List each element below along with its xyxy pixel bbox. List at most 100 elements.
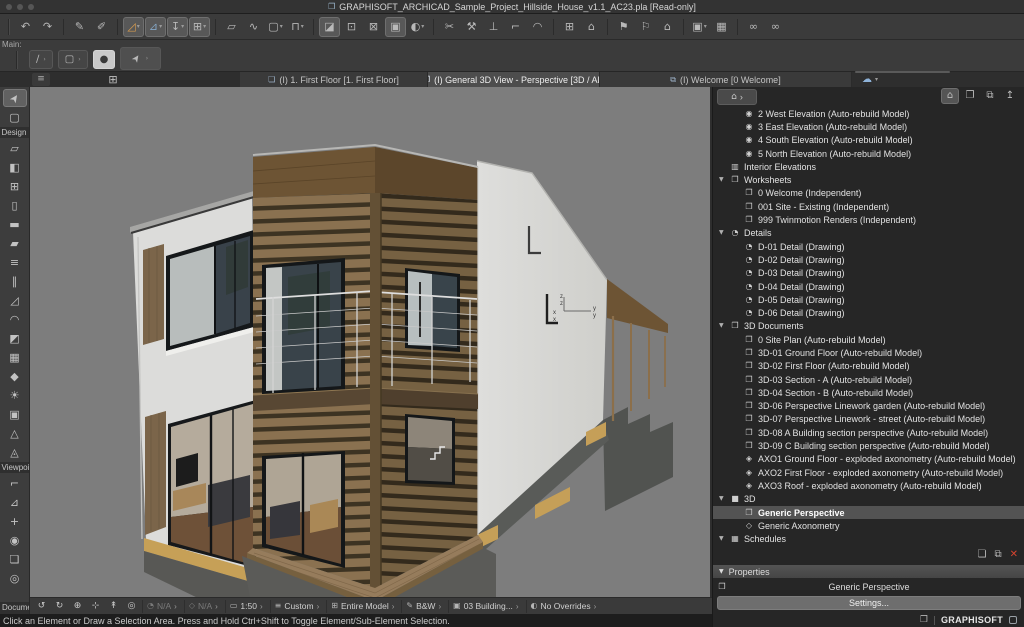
tree-item[interactable]: ◉5 North Elevation (Auto-rebuild Model) — [713, 147, 1024, 160]
tree-item[interactable]: ◉4 South Elevation (Auto-rebuild Model) — [713, 134, 1024, 147]
eraser-button[interactable]: ● — [93, 50, 116, 69]
lock-elements-button[interactable]: ⊓▾ — [287, 17, 308, 37]
camera-settings-button[interactable]: ▣▾ — [689, 17, 710, 37]
curtain-wall-tool[interactable]: ▦ — [3, 348, 27, 366]
tree-item[interactable]: ◔D-06 Detail (Drawing) — [713, 306, 1024, 319]
tree-item[interactable]: ◈AXO2 First Floor - exploded axonometry … — [713, 466, 1024, 479]
tree-expand-icon[interactable]: ▼ — [719, 177, 726, 183]
line-default-button[interactable]: ∕› — [29, 50, 53, 69]
pan-button[interactable]: ⊹ — [88, 599, 103, 613]
object-tool[interactable]: ◆ — [3, 367, 27, 385]
railing-tool[interactable]: ∥ — [3, 272, 27, 290]
new-folder-button[interactable]: ❏ — [978, 550, 987, 560]
pick-up-parameters-button[interactable]: ✎ — [69, 17, 90, 37]
layers-dropdown[interactable]: ≡Custom› — [270, 600, 324, 613]
tree-expand-icon[interactable]: ▼ — [719, 536, 726, 542]
tree-expand-icon[interactable]: ▼ — [719, 230, 726, 236]
tree-item[interactable]: ◉3 East Elevation (Auto-rebuild Model) — [713, 120, 1024, 133]
arrow-tool[interactable]: ➤ — [3, 89, 27, 107]
section-tool[interactable]: ⌐ — [3, 474, 27, 492]
tree-item[interactable]: ❐0 Welcome (Independent) — [713, 187, 1024, 200]
tree-item[interactable]: ◉2 West Elevation (Auto-rebuild Model) — [713, 107, 1024, 120]
layout-book-button[interactable]: ⧉ — [981, 88, 999, 104]
split-button[interactable]: ✂ — [439, 17, 460, 37]
tree-item[interactable]: ◔D-05 Detail (Drawing) — [713, 293, 1024, 306]
tab-first-floor[interactable]: ❏(I) 1. First Floor [1. First Floor] — [240, 72, 428, 87]
mesh-tool[interactable]: △ — [3, 424, 27, 442]
tree-item[interactable]: ❒3D-03 Section - A (Auto-rebuild Model) — [713, 373, 1024, 386]
beam-tool[interactable]: ▬ — [3, 215, 27, 233]
tab-welcome[interactable]: ⧉(I) Welcome [0 Welcome] — [600, 72, 852, 87]
teamwork-cloud-button[interactable]: ☁ ▾ — [862, 73, 878, 86]
redo-button[interactable]: ↷ — [37, 17, 58, 37]
tree-item[interactable]: ◔D-01 Detail (Drawing) — [713, 240, 1024, 253]
tree-item[interactable]: ◔D-04 Detail (Drawing) — [713, 280, 1024, 293]
tree-item[interactable]: ❒3D-06 Perspective Linework garden (Auto… — [713, 400, 1024, 413]
tab-3d-perspective[interactable]: ❒(I) General 3D View - Perspective [3D /… — [428, 72, 600, 87]
tree-item[interactable]: ◇Generic Axonometry — [713, 519, 1024, 532]
morph-tool[interactable]: ◬ — [3, 443, 27, 461]
adjust-button[interactable]: ⚒ — [461, 17, 482, 37]
tree-expand-icon[interactable]: ▼ — [719, 496, 726, 502]
tree-item[interactable]: ◈AXO3 Roof - exploded axonometry (Auto-r… — [713, 479, 1024, 492]
pen-set-dropdown[interactable]: ✎B&W› — [401, 600, 445, 613]
close-window-icon[interactable] — [6, 4, 12, 10]
worksheet-tool[interactable]: ❏ — [3, 550, 27, 568]
selection-options-button[interactable]: ▢▾ — [265, 17, 286, 37]
tree-item[interactable]: ❒0 Site Plan (Auto-rebuild Model) — [713, 333, 1024, 346]
settings-button[interactable]: Settings... — [717, 596, 1021, 610]
layer-combination-dropdown[interactable]: ◇N/A› — [184, 600, 222, 613]
windows-icon[interactable]: ❐ — [920, 616, 928, 625]
trace-reference-button[interactable]: ◪ — [319, 17, 340, 37]
maximize-window-icon[interactable] — [28, 4, 34, 10]
trace-options-button[interactable]: ⊡ — [341, 17, 362, 37]
door-tool[interactable]: ◧ — [3, 158, 27, 176]
interior-elevation-tool[interactable]: + — [3, 512, 27, 530]
explore-button[interactable]: ↻ — [52, 599, 67, 613]
orbit-button[interactable]: ↺ — [34, 599, 49, 613]
marquee-default-button[interactable]: ▢› — [58, 50, 88, 69]
link-elements-button[interactable]: ∞ — [743, 17, 764, 37]
tree-item[interactable]: ❒Generic Perspective — [713, 506, 1024, 519]
walk-button[interactable]: ↟ — [106, 599, 121, 613]
tree-item[interactable]: ▼◔Details — [713, 227, 1024, 240]
zoom-home-button[interactable]: ⌂ — [581, 17, 602, 37]
marquee-display-button[interactable]: ▣ — [385, 17, 406, 37]
publisher-sets-button[interactable]: ↥ — [1001, 88, 1019, 104]
stair-tool[interactable]: ≡ — [3, 253, 27, 271]
gravity-button[interactable]: ↧▾ — [167, 17, 188, 37]
structure-display-dropdown[interactable]: ⊞Entire Model› — [326, 600, 398, 613]
intersect-button[interactable]: ⊥ — [483, 17, 504, 37]
lamp-tool[interactable]: ☀ — [3, 386, 27, 404]
arrow-default-button[interactable]: ➤› — [120, 47, 161, 70]
tree-item[interactable]: ◈AXO1 Ground Floor - exploded axonometry… — [713, 453, 1024, 466]
pop-up-navigator-button[interactable]: ⊞ — [100, 72, 126, 86]
wall-tool[interactable]: ▱ — [3, 139, 27, 157]
detail-tool[interactable]: ◉ — [3, 531, 27, 549]
project-map-button[interactable]: ⌂ — [941, 88, 959, 104]
tree-item[interactable]: ▥Interior Elevations — [713, 160, 1024, 173]
project-chooser-button[interactable]: ⌂ › — [717, 89, 757, 105]
tree-item[interactable]: ❒3D-01 Ground Floor (Auto-rebuild Model) — [713, 346, 1024, 359]
renovation-filter-dropdown[interactable]: ◔N/A› — [142, 600, 181, 613]
tree-item[interactable]: ❒3D-09 C Building section perspective (A… — [713, 439, 1024, 452]
view-map-button[interactable]: ❐ — [961, 88, 979, 104]
minimize-window-icon[interactable] — [17, 4, 23, 10]
tree-item[interactable]: ❒3D-07 Perspective Linework - street (Au… — [713, 413, 1024, 426]
tab-bar-menu-button[interactable]: ≡ — [32, 73, 50, 86]
snap-guides-button[interactable]: ⊿▾ — [145, 17, 166, 37]
scale-dropdown[interactable]: ▭1:50› — [225, 600, 267, 613]
zoom-button[interactable]: ⊕ — [70, 599, 85, 613]
tree-item[interactable]: ❒3D-02 First Floor (Auto-rebuild Model) — [713, 360, 1024, 373]
magic-wand-button[interactable]: ∿ — [243, 17, 264, 37]
window-tool[interactable]: ⊞ — [3, 177, 27, 195]
save-view-flag-button[interactable]: ⚐ — [635, 17, 656, 37]
3d-style-button[interactable]: ◐▾ — [407, 17, 428, 37]
zone-tool[interactable]: ▣ — [3, 405, 27, 423]
snap-grid-button[interactable]: ⊞▾ — [189, 17, 210, 37]
fillet-chamfer-button[interactable]: ⌐ — [505, 17, 526, 37]
tree-item[interactable]: ◔D-03 Detail (Drawing) — [713, 267, 1024, 280]
tree-item[interactable]: ▼❐Worksheets — [713, 173, 1024, 186]
properties-header[interactable]: ▼ Properties — [713, 565, 1024, 578]
tree-item[interactable]: ▼▦Schedules — [713, 533, 1024, 546]
